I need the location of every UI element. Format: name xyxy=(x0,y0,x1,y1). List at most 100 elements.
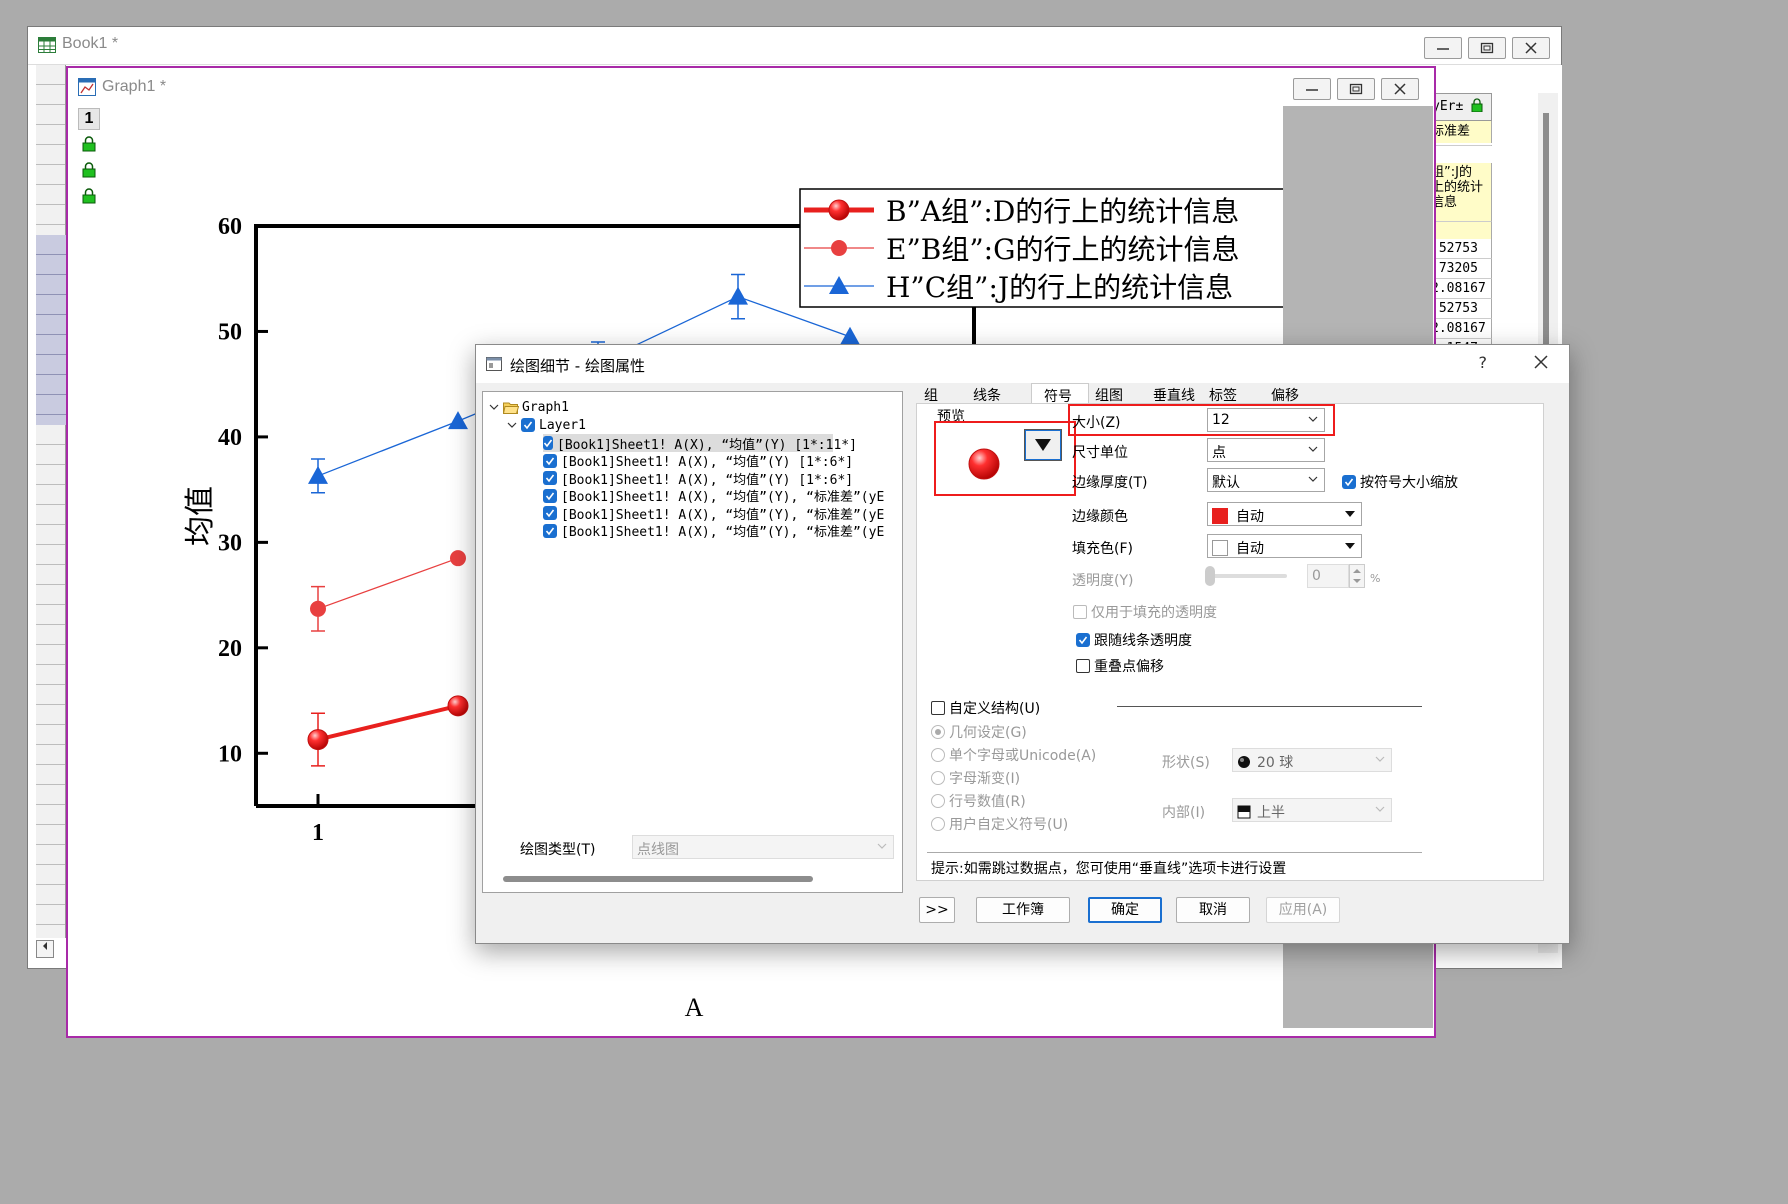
checkbox-checked[interactable] xyxy=(1076,633,1090,647)
checkbox-checked[interactable] xyxy=(543,506,557,520)
long-name-cell[interactable]: 标准差 xyxy=(1428,121,1492,143)
plot-type-select[interactable]: 点线图 xyxy=(632,835,894,859)
checkbox-checked[interactable] xyxy=(521,418,535,432)
tree-item-plot[interactable]: [Book1]Sheet1! A(X), “均值”(Y) [1*:6*] xyxy=(543,452,853,470)
sparkline-cell[interactable] xyxy=(1428,221,1492,239)
radio-unselected[interactable] xyxy=(931,748,945,762)
y-axis-title[interactable]: 均值 xyxy=(183,486,218,546)
scroll-left-button[interactable] xyxy=(36,940,54,958)
follow-line-transparency-checkbox[interactable]: 跟随线条透明度 xyxy=(1076,630,1192,650)
data-point[interactable] xyxy=(840,326,860,345)
tab-offset[interactable]: 偏移 xyxy=(1265,383,1323,404)
fill-color-select[interactable]: 自动 xyxy=(1207,534,1362,558)
selected-rows[interactable] xyxy=(36,235,66,425)
overlap-offset-checkbox[interactable]: 重叠点偏移 xyxy=(1076,656,1164,676)
help-button[interactable]: ? xyxy=(1479,353,1488,372)
checkbox-checked[interactable] xyxy=(1342,475,1356,489)
close-button[interactable] xyxy=(1381,78,1419,100)
radio-selected[interactable] xyxy=(931,725,945,739)
transparency-slider-thumb[interactable] xyxy=(1205,566,1215,586)
expand-button[interactable]: >> xyxy=(919,897,955,923)
checkbox-checked[interactable] xyxy=(543,453,557,468)
checkbox-unchecked[interactable] xyxy=(931,701,945,715)
close-button[interactable] xyxy=(1512,37,1550,59)
workbook-button[interactable]: 工作簿 xyxy=(976,897,1070,923)
transparency-spinner[interactable] xyxy=(1349,564,1365,588)
tab-drop-lines[interactable]: 垂直线 xyxy=(1147,383,1207,404)
graph1-titlebar[interactable]: Graph1 * xyxy=(68,68,1434,106)
radio-row-number[interactable]: 行号数值(R) xyxy=(931,791,1026,811)
data-point[interactable] xyxy=(728,286,748,305)
chevron-down-icon[interactable] xyxy=(507,420,517,430)
scale-by-size-checkbox[interactable]: 按符号大小缩放 xyxy=(1342,472,1458,492)
x-axis-title[interactable]: A xyxy=(685,993,704,1022)
data-point[interactable] xyxy=(310,600,326,617)
radio-user-defined[interactable]: 用户自定义符号(U) xyxy=(931,814,1068,834)
tab-label[interactable]: 标签 xyxy=(1207,383,1265,404)
tree-item-plot[interactable]: [Book1]Sheet1! A(X), “均值”(Y), “标准差”(yE xyxy=(543,487,884,505)
tree-node-graph1[interactable]: Graph1 xyxy=(489,398,569,416)
chevron-down-icon[interactable] xyxy=(489,402,499,412)
series-line[interactable] xyxy=(317,557,459,610)
tab-line[interactable]: 线条 xyxy=(971,383,1031,404)
tab-group[interactable]: 组 xyxy=(916,383,971,404)
fill-only-transparency-checkbox[interactable]: 仅用于填充的透明度 xyxy=(1073,602,1217,622)
row-headers[interactable] xyxy=(36,65,66,938)
radio-unselected[interactable] xyxy=(931,771,945,785)
data-point[interactable] xyxy=(308,465,328,484)
checkbox-label: 按符号大小缩放 xyxy=(1360,475,1458,491)
radio-unselected[interactable] xyxy=(931,817,945,831)
minimize-button[interactable] xyxy=(1424,37,1462,59)
tree-horizontal-scrollbar[interactable] xyxy=(503,876,813,882)
maximize-button[interactable] xyxy=(1468,37,1506,59)
interior-select[interactable]: 上半 xyxy=(1232,798,1392,822)
checkbox-unchecked[interactable] xyxy=(1073,605,1087,619)
color-swatch xyxy=(1212,540,1228,556)
maximize-button[interactable] xyxy=(1337,78,1375,100)
transparency-slider-track[interactable] xyxy=(1207,574,1287,578)
ok-button[interactable]: 确定 xyxy=(1088,897,1162,923)
data-cell[interactable]: 2.08167 xyxy=(1428,319,1492,339)
series-line[interactable] xyxy=(317,703,459,742)
units-cell[interactable] xyxy=(1428,145,1492,146)
data-cell[interactable]: .73205 xyxy=(1428,259,1492,279)
radio-unicode[interactable]: 单个字母或Unicode(A) xyxy=(931,745,1096,765)
checkbox-checked[interactable] xyxy=(543,471,557,485)
tree-item-plot[interactable]: [Book1]Sheet1! A(X), “均值”(Y) [1*:6*] xyxy=(543,469,853,488)
data-cell[interactable]: .52753 xyxy=(1428,239,1492,259)
dialog-close-button[interactable] xyxy=(1533,351,1549,375)
tree-item-plot[interactable]: [Book1]Sheet1! A(X), “均值”(Y) [1*:11*] xyxy=(543,434,857,453)
tab-symbol[interactable]: 符号 xyxy=(1031,383,1089,405)
tree-item-plot[interactable]: [Book1]Sheet1! A(X), “均值”(Y), “标准差”(yE xyxy=(543,522,884,540)
data-cell[interactable]: .52753 xyxy=(1428,299,1492,319)
dialog-titlebar[interactable]: 绘图细节 - 绘图属性 ? xyxy=(476,345,1569,383)
checkbox-checked[interactable] xyxy=(543,523,557,538)
minimize-button[interactable] xyxy=(1293,78,1331,100)
data-point[interactable] xyxy=(447,695,469,717)
tree-item-plot[interactable]: [Book1]Sheet1! A(X), “均值”(Y), “标准差”(yE xyxy=(543,504,884,523)
custom-structure-checkbox[interactable]: 自定义结构(U) xyxy=(931,698,1040,718)
apply-button[interactable]: 应用(A) xyxy=(1266,897,1340,923)
data-point[interactable] xyxy=(448,411,468,430)
edge-color-select[interactable]: 自动 xyxy=(1207,502,1362,526)
data-point[interactable] xyxy=(450,550,466,567)
cancel-button[interactable]: 取消 xyxy=(1176,897,1250,923)
tree-node-layer1[interactable]: Layer1 xyxy=(507,416,586,434)
checkbox-checked[interactable] xyxy=(543,488,557,503)
radio-geometry[interactable]: 几何设定(G) xyxy=(931,722,1027,742)
comment-cell[interactable]: 组”:J的 上的统计 信息 xyxy=(1428,163,1492,221)
tab-composite[interactable]: 组图 xyxy=(1089,383,1147,404)
book1-titlebar[interactable]: Book1 * xyxy=(28,27,1561,65)
data-cell[interactable]: 2.08167 xyxy=(1428,279,1492,299)
radio-gradient[interactable]: 字母渐变(I) xyxy=(931,768,1020,788)
data-point[interactable] xyxy=(307,729,329,751)
radio-unselected[interactable] xyxy=(931,794,945,808)
checkbox-unchecked[interactable] xyxy=(1076,659,1090,673)
transparency-input[interactable]: 0 xyxy=(1307,564,1349,588)
column-header-yerr[interactable]: yEr± xyxy=(1428,93,1492,121)
checkbox-checked[interactable] xyxy=(543,436,553,450)
unit-select[interactable]: 点 xyxy=(1207,438,1325,462)
shape-select[interactable]: 20 球 xyxy=(1232,748,1392,772)
edge-thickness-combo[interactable]: 默认 xyxy=(1207,468,1325,492)
radio-label: 用户自定义符号(U) xyxy=(949,817,1069,833)
